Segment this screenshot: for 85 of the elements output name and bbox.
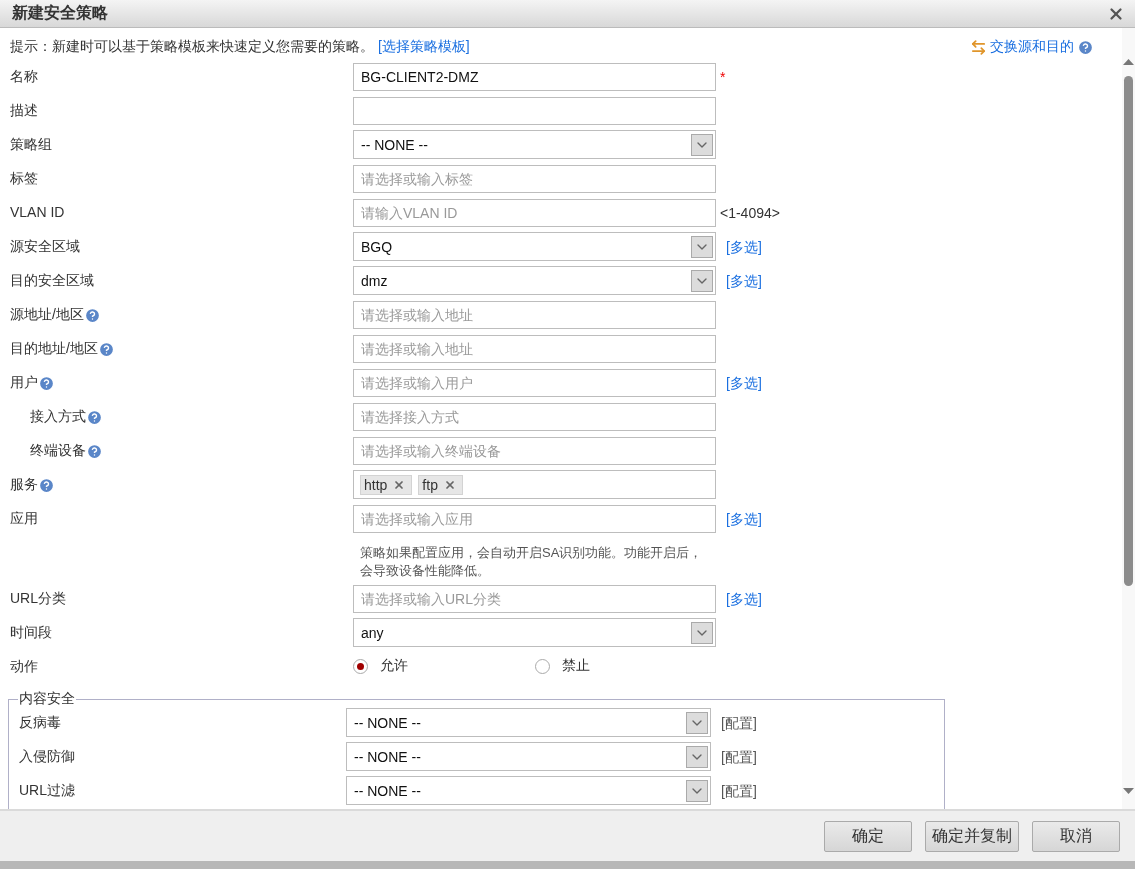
- help-icon[interactable]: [83, 306, 101, 324]
- help-icon[interactable]: [86, 408, 103, 426]
- radio-button[interactable]: [353, 658, 368, 674]
- scroll-down-icon[interactable]: [1123, 787, 1134, 795]
- window-title: 新建安全策略: [12, 3, 108, 23]
- swap-link[interactable]: 交换源和目的: [990, 38, 1074, 56]
- config-link[interactable]: [配置]: [721, 715, 757, 733]
- field-label: 服务: [10, 476, 38, 494]
- field-label: 名称: [10, 68, 38, 86]
- remove-icon[interactable]: [443, 478, 456, 491]
- remove-icon[interactable]: [393, 478, 406, 491]
- field-label: 入侵防御: [19, 748, 75, 766]
- input-field[interactable]: [353, 97, 716, 125]
- multi-select-link[interactable]: [多选]: [726, 273, 762, 291]
- field-label: VLAN ID: [10, 204, 65, 220]
- tag-field[interactable]: http ftp: [353, 470, 716, 499]
- help-icon[interactable]: [38, 476, 55, 494]
- field-label: 源安全区域: [10, 238, 80, 256]
- scrollbar-thumb[interactable]: [1124, 76, 1133, 586]
- tag-label: ftp: [422, 476, 438, 493]
- dialog-button[interactable]: 确定: [824, 820, 912, 852]
- dropdown-button[interactable]: [686, 779, 708, 802]
- select-field[interactable]: -- NONE --: [346, 742, 711, 771]
- field-label: 动作: [10, 658, 38, 676]
- field-label: 目的安全区域: [10, 272, 94, 290]
- field-label: 应用: [10, 510, 38, 528]
- dialog-button[interactable]: 取消: [1032, 820, 1120, 852]
- field-label: 策略组: [10, 136, 52, 154]
- note-text: 策略如果配置应用，会自动开启SA识别功能。功能开启后，会导致设备性能降低。: [359, 544, 704, 580]
- radio-button[interactable]: [534, 658, 550, 674]
- field-label: 用户: [10, 374, 38, 392]
- field-label: 终端设备: [30, 442, 86, 460]
- required-mark: *: [720, 69, 726, 85]
- dropdown-button[interactable]: [686, 745, 708, 768]
- input-field[interactable]: 请选择或输入用户: [353, 369, 716, 397]
- scrollbar[interactable]: [1122, 28, 1135, 809]
- template-link[interactable]: [选择策略模板]: [377, 38, 470, 54]
- input-field[interactable]: 请选择或输入URL分类: [353, 585, 716, 613]
- multi-select-link[interactable]: [多选]: [726, 239, 762, 257]
- select-field[interactable]: -- NONE --: [346, 708, 711, 737]
- select-field[interactable]: any: [353, 618, 716, 647]
- swap-icon: [970, 38, 987, 56]
- field-label: 反病毒: [19, 714, 61, 732]
- input-field[interactable]: 请选择或输入地址: [353, 301, 716, 329]
- input-field[interactable]: 请选择或输入标签: [353, 165, 716, 193]
- help-icon[interactable]: [1077, 38, 1094, 56]
- field-label: URL过滤: [19, 782, 75, 800]
- hint-text: 提示：新建时可以基于策略模板来快速定义您需要的策略。 [选择策略模板]: [10, 38, 470, 56]
- panel-legend: 内容安全: [18, 690, 76, 708]
- dropdown-button[interactable]: [691, 269, 713, 292]
- multi-select-link[interactable]: [多选]: [726, 591, 762, 609]
- select-field[interactable]: BGQ: [353, 232, 716, 261]
- select-field[interactable]: -- NONE --: [346, 776, 711, 805]
- config-link[interactable]: [配置]: [721, 749, 757, 767]
- dropdown-button[interactable]: [686, 711, 708, 734]
- radio-label: 允许: [380, 657, 408, 675]
- dropdown-button[interactable]: [691, 235, 713, 258]
- input-field[interactable]: 请选择或输入终端设备: [353, 437, 716, 465]
- tag-label: http: [364, 476, 388, 493]
- dropdown-button[interactable]: [691, 133, 713, 156]
- field-label: 标签: [10, 170, 38, 188]
- help-icon[interactable]: [38, 374, 55, 392]
- select-field[interactable]: dmz: [353, 266, 716, 295]
- field-label: 描述: [10, 102, 38, 120]
- scroll-up-icon[interactable]: [1123, 58, 1134, 66]
- config-link[interactable]: [配置]: [721, 783, 757, 801]
- field-label: 时间段: [10, 624, 52, 642]
- input-field[interactable]: 请选择或输入应用: [353, 505, 716, 533]
- help-icon[interactable]: [86, 442, 103, 460]
- multi-select-link[interactable]: [多选]: [726, 511, 762, 529]
- select-field[interactable]: -- NONE --: [353, 130, 716, 159]
- help-icon[interactable]: [97, 340, 115, 358]
- input-field[interactable]: 请选择或输入地址: [353, 335, 716, 363]
- radio-label: 禁止: [561, 657, 590, 675]
- input-field[interactable]: 请选择接入方式: [353, 403, 716, 431]
- multi-select-link[interactable]: [多选]: [726, 375, 762, 393]
- field-label: URL分类: [10, 590, 66, 608]
- input-field[interactable]: BG-CLIENT2-DMZ: [353, 63, 716, 91]
- dropdown-button[interactable]: [691, 621, 713, 644]
- dialog-button[interactable]: 确定并复制: [925, 820, 1019, 852]
- range-hint: <1-4094>: [720, 205, 780, 221]
- field-label: 接入方式: [30, 408, 86, 426]
- input-field[interactable]: 请输入VLAN ID: [353, 199, 716, 227]
- field-label: 源地址/地区: [10, 306, 84, 324]
- field-label: 目的地址/地区: [10, 340, 98, 358]
